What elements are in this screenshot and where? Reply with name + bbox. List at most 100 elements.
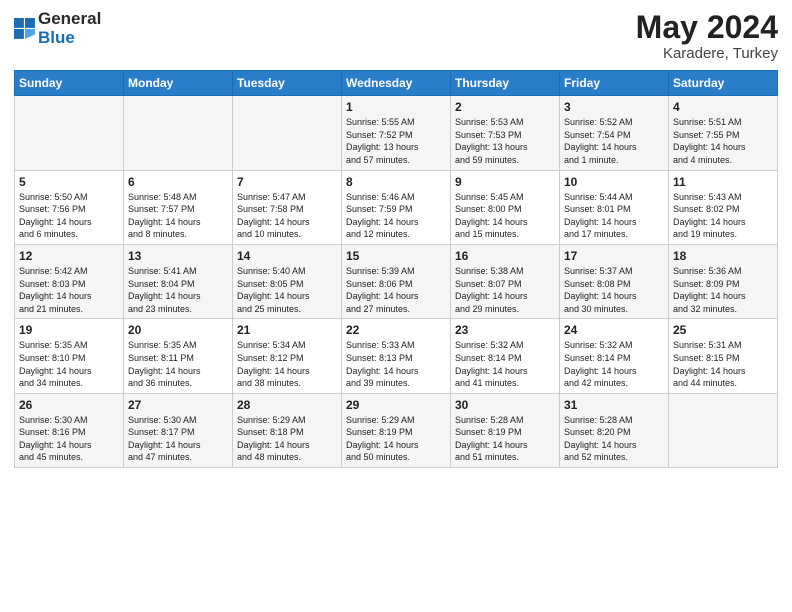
day-number: 29 [346,398,446,412]
calendar-cell: 17Sunrise: 5:37 AM Sunset: 8:08 PM Dayli… [560,244,669,318]
calendar-cell: 22Sunrise: 5:33 AM Sunset: 8:13 PM Dayli… [342,319,451,393]
calendar-cell: 9 Sunrise: 5:45 AM Sunset: 8:00 PM Daylig… [451,170,560,244]
day-number: 6 [128,175,228,189]
day-number: 3 [564,100,664,114]
day-header-saturday: Saturday [669,71,778,96]
day-number: 23 [455,323,555,337]
day-number: 2 [455,100,555,114]
logo: General Blue [14,10,101,47]
calendar-cell: 8 Sunrise: 5:46 AM Sunset: 7:59 PM Daylig… [342,170,451,244]
calendar-cell: 6 Sunrise: 5:48 AM Sunset: 7:57 PM Daylig… [124,170,233,244]
calendar-cell: 16 Sunrise: 5:38 AM Sunset: 8:07 PM Dayli… [451,244,560,318]
calendar-table: SundayMondayTuesdayWednesdayThursdayFrid… [14,70,778,468]
calendar-cell: 11 Sunrise: 5:43 AM Sunset: 8:02 PM Dayli… [669,170,778,244]
day-number: 22 [346,323,446,337]
day-number: 19 [19,323,119,337]
day-info: Sunrise: 5:29 AM Sunset: 8:18 PM Dayligh… [237,414,337,464]
day-info: Sunrise: 5:35 AM Sunset: 8:10 PM Dayligh… [19,339,119,389]
calendar-cell: 5 Sunrise: 5:50 AM Sunset: 7:56 PM Daylig… [15,170,124,244]
calendar-cell: 10 Sunrise: 5:44 AM Sunset: 8:01 PM Dayli… [560,170,669,244]
day-info: Sunrise: 5:30 AM Sunset: 8:17 PM Dayligh… [128,414,228,464]
calendar-week-1: 1 Sunrise: 5:55 AM Sunset: 7:52 PM Daylig… [15,96,778,170]
day-number: 31 [564,398,664,412]
day-number: 15 [346,249,446,263]
calendar-week-5: 26Sunrise: 5:30 AM Sunset: 8:16 PM Dayli… [15,393,778,467]
day-info: Sunrise: 5:39 AM Sunset: 8:06 PM Dayligh… [346,265,446,315]
day-info: Sunrise: 5:40 AM Sunset: 8:05 PM Dayligh… [237,265,337,315]
month-title: May 2024 [636,10,778,45]
day-number: 1 [346,100,446,114]
day-number: 16 [455,249,555,263]
calendar-cell: 18 Sunrise: 5:36 AM Sunset: 8:09 PM Dayli… [669,244,778,318]
logo-general: General [38,10,101,29]
day-info: Sunrise: 5:50 AM Sunset: 7:56 PM Dayligh… [19,191,119,241]
calendar-cell: 13Sunrise: 5:41 AM Sunset: 8:04 PM Dayli… [124,244,233,318]
day-number: 24 [564,323,664,337]
title-block: May 2024 Karadere, Turkey [636,10,778,62]
day-info: Sunrise: 5:38 AM Sunset: 8:07 PM Dayligh… [455,265,555,315]
day-number: 5 [19,175,119,189]
day-number: 10 [564,175,664,189]
day-info: Sunrise: 5:41 AM Sunset: 8:04 PM Dayligh… [128,265,228,315]
page-header: General Blue May 2024 Karadere, Turkey [14,10,778,62]
day-info: Sunrise: 5:32 AM Sunset: 8:14 PM Dayligh… [455,339,555,389]
day-header-thursday: Thursday [451,71,560,96]
day-info: Sunrise: 5:52 AM Sunset: 7:54 PM Dayligh… [564,116,664,166]
location-title: Karadere, Turkey [636,45,778,62]
day-info: Sunrise: 5:43 AM Sunset: 8:02 PM Dayligh… [673,191,773,241]
calendar-cell [669,393,778,467]
day-number: 9 [455,175,555,189]
day-number: 17 [564,249,664,263]
day-number: 7 [237,175,337,189]
day-info: Sunrise: 5:46 AM Sunset: 7:59 PM Dayligh… [346,191,446,241]
calendar-cell: 23 Sunrise: 5:32 AM Sunset: 8:14 PM Dayli… [451,319,560,393]
calendar-cell: 15 Sunrise: 5:39 AM Sunset: 8:06 PM Dayli… [342,244,451,318]
calendar-cell: 24Sunrise: 5:32 AM Sunset: 8:14 PM Dayli… [560,319,669,393]
calendar-body: 1 Sunrise: 5:55 AM Sunset: 7:52 PM Daylig… [15,96,778,468]
day-info: Sunrise: 5:48 AM Sunset: 7:57 PM Dayligh… [128,191,228,241]
calendar-cell: 21Sunrise: 5:34 AM Sunset: 8:12 PM Dayli… [233,319,342,393]
day-header-tuesday: Tuesday [233,71,342,96]
day-number: 4 [673,100,773,114]
calendar-cell: 25Sunrise: 5:31 AM Sunset: 8:15 PM Dayli… [669,319,778,393]
logo-blue: Blue [38,29,101,48]
day-info: Sunrise: 5:30 AM Sunset: 8:16 PM Dayligh… [19,414,119,464]
calendar-cell: 26Sunrise: 5:30 AM Sunset: 8:16 PM Dayli… [15,393,124,467]
calendar-cell: 1 Sunrise: 5:55 AM Sunset: 7:52 PM Daylig… [342,96,451,170]
day-number: 8 [346,175,446,189]
day-info: Sunrise: 5:28 AM Sunset: 8:20 PM Dayligh… [564,414,664,464]
calendar-cell: 14 Sunrise: 5:40 AM Sunset: 8:05 PM Dayli… [233,244,342,318]
day-info: Sunrise: 5:44 AM Sunset: 8:01 PM Dayligh… [564,191,664,241]
day-info: Sunrise: 5:51 AM Sunset: 7:55 PM Dayligh… [673,116,773,166]
day-info: Sunrise: 5:36 AM Sunset: 8:09 PM Dayligh… [673,265,773,315]
calendar-cell: 3 Sunrise: 5:52 AM Sunset: 7:54 PM Daylig… [560,96,669,170]
header-row: SundayMondayTuesdayWednesdayThursdayFrid… [15,71,778,96]
calendar-header: SundayMondayTuesdayWednesdayThursdayFrid… [15,71,778,96]
day-info: Sunrise: 5:42 AM Sunset: 8:03 PM Dayligh… [19,265,119,315]
day-number: 14 [237,249,337,263]
day-info: Sunrise: 5:53 AM Sunset: 7:53 PM Dayligh… [455,116,555,166]
logo-icon [14,18,36,40]
day-number: 18 [673,249,773,263]
day-info: Sunrise: 5:45 AM Sunset: 8:00 PM Dayligh… [455,191,555,241]
calendar-cell: 27Sunrise: 5:30 AM Sunset: 8:17 PM Dayli… [124,393,233,467]
day-info: Sunrise: 5:55 AM Sunset: 7:52 PM Dayligh… [346,116,446,166]
day-number: 12 [19,249,119,263]
day-header-monday: Monday [124,71,233,96]
calendar-cell [233,96,342,170]
calendar-cell: 29Sunrise: 5:29 AM Sunset: 8:19 PM Dayli… [342,393,451,467]
calendar-cell: 7 Sunrise: 5:47 AM Sunset: 7:58 PM Daylig… [233,170,342,244]
day-info: Sunrise: 5:34 AM Sunset: 8:12 PM Dayligh… [237,339,337,389]
calendar-week-4: 19 Sunrise: 5:35 AM Sunset: 8:10 PM Dayli… [15,319,778,393]
calendar-cell [15,96,124,170]
day-info: Sunrise: 5:47 AM Sunset: 7:58 PM Dayligh… [237,191,337,241]
calendar-cell: 4 Sunrise: 5:51 AM Sunset: 7:55 PM Daylig… [669,96,778,170]
calendar-cell: 20Sunrise: 5:35 AM Sunset: 8:11 PM Dayli… [124,319,233,393]
day-number: 11 [673,175,773,189]
calendar-cell: 31 Sunrise: 5:28 AM Sunset: 8:20 PM Dayli… [560,393,669,467]
day-number: 30 [455,398,555,412]
calendar-cell: 12 Sunrise: 5:42 AM Sunset: 8:03 PM Dayli… [15,244,124,318]
calendar-cell: 19 Sunrise: 5:35 AM Sunset: 8:10 PM Dayli… [15,319,124,393]
day-header-sunday: Sunday [15,71,124,96]
day-number: 25 [673,323,773,337]
